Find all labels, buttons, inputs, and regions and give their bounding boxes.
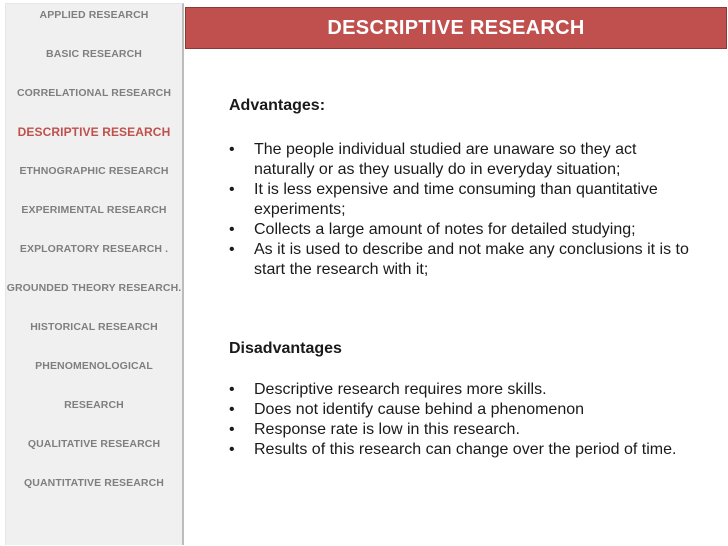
nav-item-qualitative-research[interactable]: QUALITATIVE RESEARCH [1,438,187,450]
list-item-text: Results of this research can change over… [254,441,677,458]
nav-item-historical-research[interactable]: HISTORICAL RESEARCH [1,321,187,333]
nav-item-grounded-theory-research[interactable]: GROUNDED THEORY RESEARCH. [1,282,187,294]
bullet-icon: • [229,141,235,158]
nav-item-exploratory-research[interactable]: EXPLORATORY RESEARCH . [1,243,187,255]
bullet-icon: • [229,441,235,458]
list-item-text: Response rate is low in this research. [254,421,520,438]
bullet-icon: • [229,181,235,198]
nav-item-applied-research[interactable]: APPLIED RESEARCH [1,9,187,21]
bullet-icon: • [229,221,235,238]
nav-item-phenomenological-research[interactable]: PHENOMENOLOGICAL [1,360,187,372]
nav-item-descriptive-research[interactable]: DESCRIPTIVE RESEARCH [1,125,187,139]
list-item: • The people individual studied are unawa… [229,140,699,180]
list-item: • It is less expensive and time consuming… [229,180,699,220]
sidebar-nav: APPLIED RESEARCH BASIC RESEARCH CORRELAT… [5,3,184,545]
disadvantages-list: • Descriptive research requires more skil… [229,380,699,460]
nav-item-correlational-research[interactable]: CORRELATIONAL RESEARCH [1,87,187,99]
title-banner: DESCRIPTIVE RESEARCH [185,7,727,49]
nav-item-ethnographic-research[interactable]: ETHNOGRAPHIC RESEARCH [1,165,187,177]
bullet-icon: • [229,421,235,438]
advantages-list: • The people individual studied are unawa… [229,140,699,280]
list-item-text: Collects a large amount of notes for det… [254,221,636,238]
list-item: • Collects a large amount of notes for de… [229,220,699,240]
list-item-text: Does not identify cause behind a phenome… [254,401,585,418]
nav-item-basic-research[interactable]: BASIC RESEARCH [1,48,187,60]
list-item: • Response rate is low in this research. [229,420,699,440]
bullet-icon: • [229,241,235,258]
list-item: • Descriptive research requires more skil… [229,380,699,400]
list-item-text: As it is used to describe and not make a… [254,241,689,278]
page-title: DESCRIPTIVE RESEARCH [327,17,585,39]
list-item-text: It is less expensive and time consuming … [254,181,658,218]
nav-item-quantitative-research[interactable]: QUANTITATIVE RESEARCH [1,477,187,489]
bullet-icon: • [229,401,235,418]
list-item: • As it is used to describe and not make … [229,240,699,280]
list-item: • Results of this research can change ove… [229,440,699,460]
bullet-icon: • [229,381,235,398]
list-item: • Does not identify cause behind a phenom… [229,400,699,420]
list-item-text: The people individual studied are unawar… [254,141,637,178]
nav-item-experimental-research[interactable]: EXPERIMENTAL RESEARCH [1,204,187,216]
list-item-text: Descriptive research requires more skill… [254,381,547,398]
nav-item-phenomenological-research-line2[interactable]: RESEARCH [1,399,187,411]
advantages-heading: Advantages: [229,97,326,114]
disadvantages-heading: Disadvantages [229,340,342,357]
